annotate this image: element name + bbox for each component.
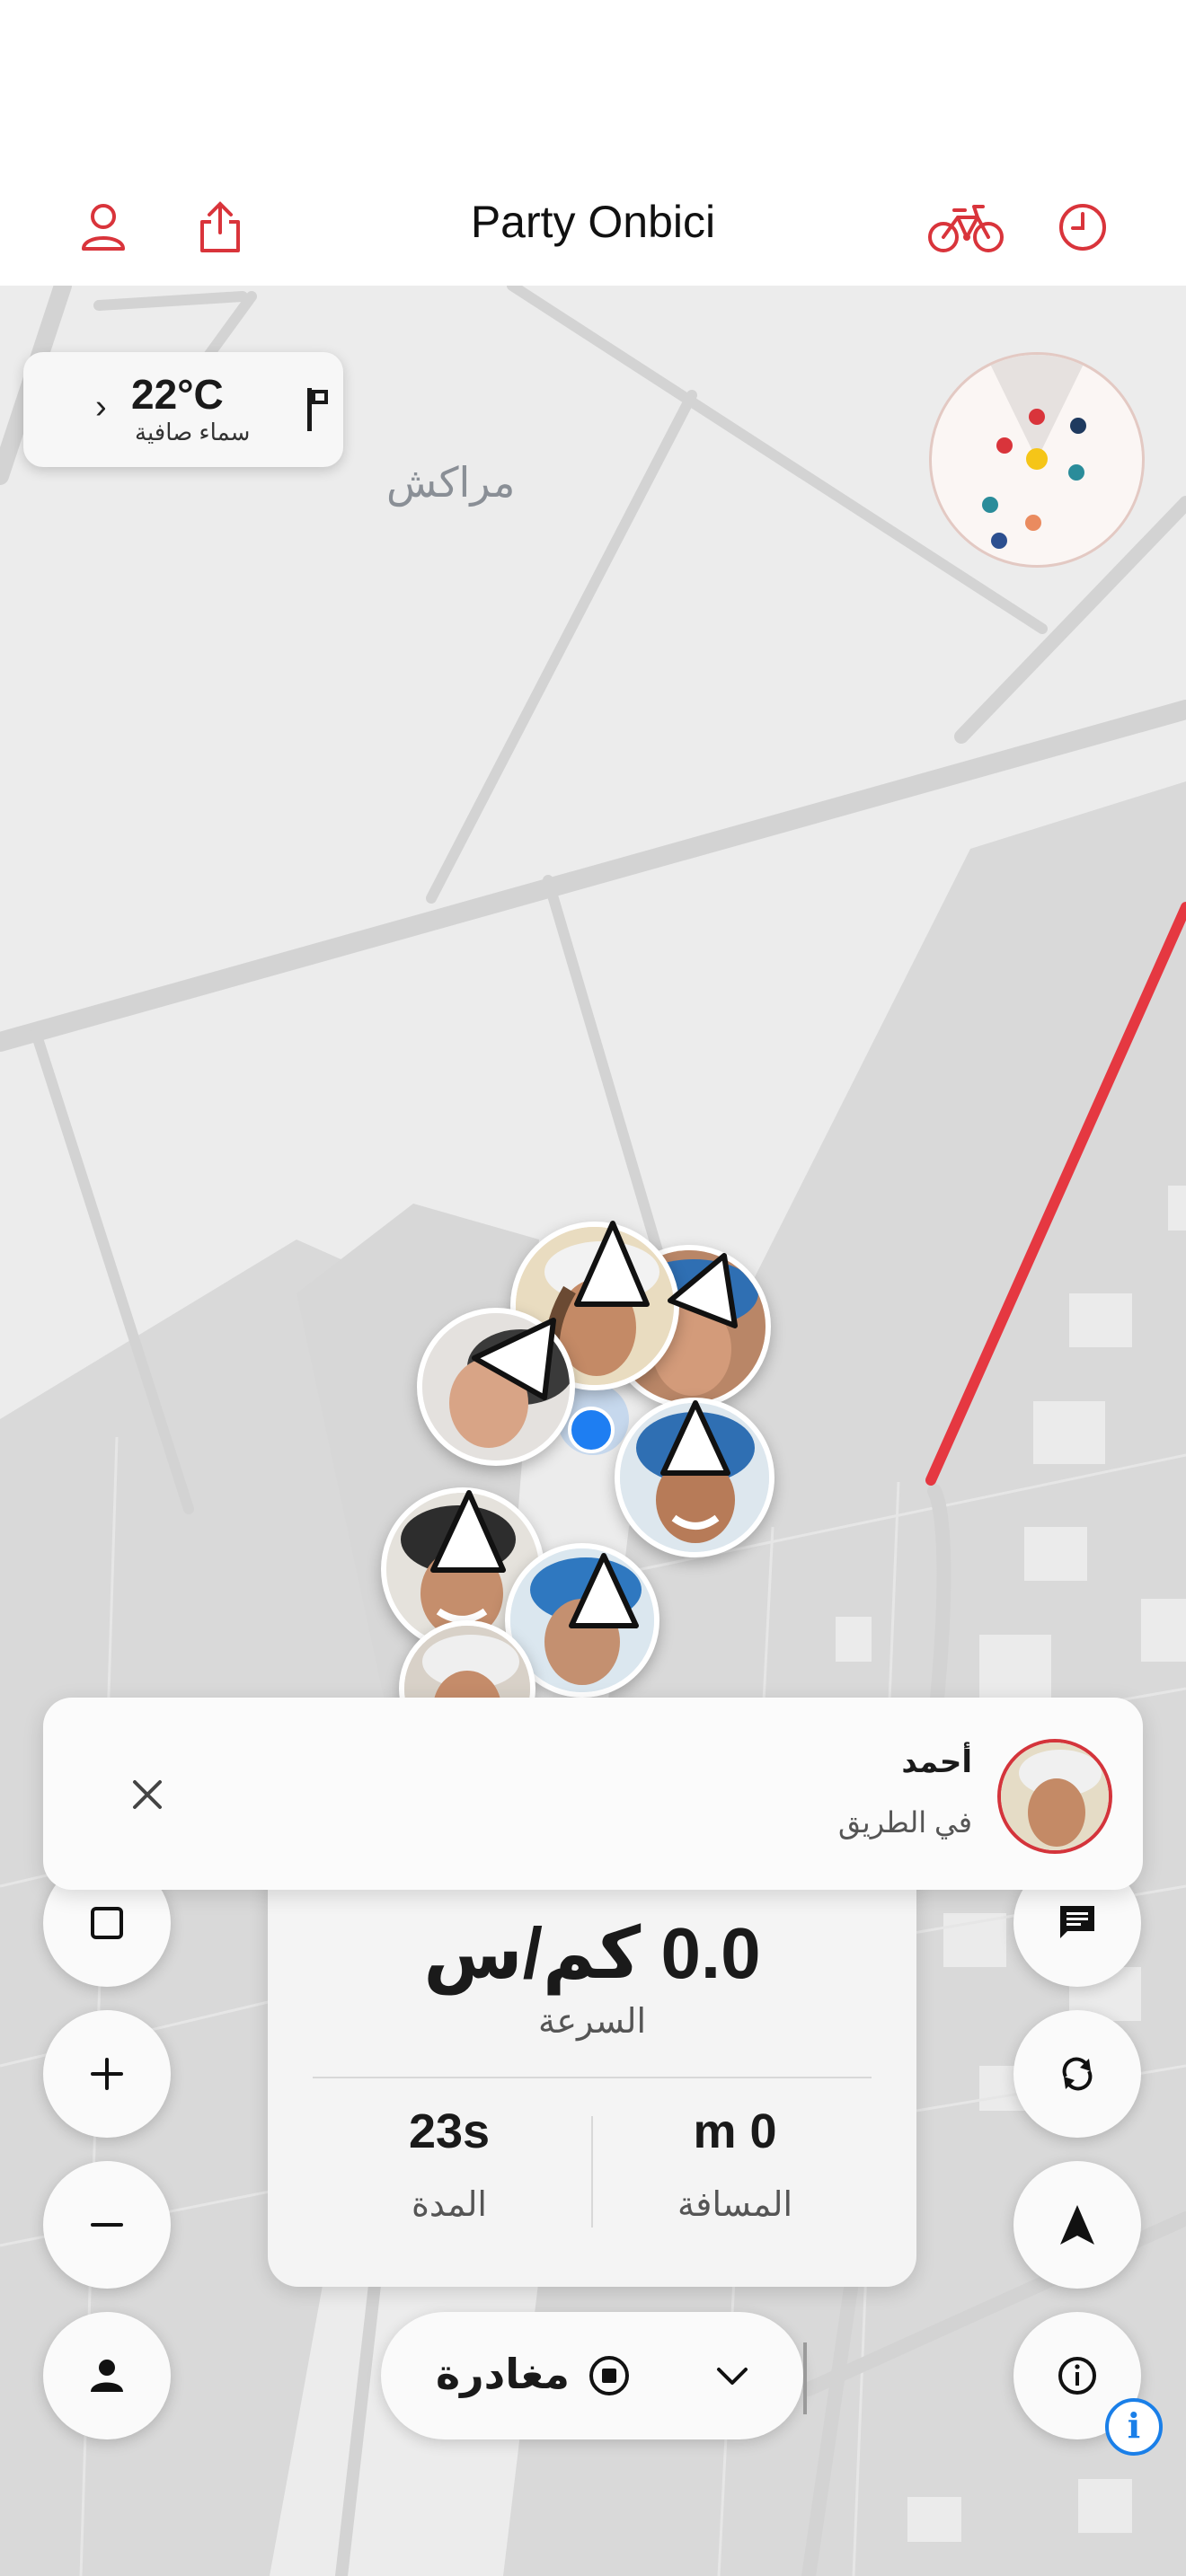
temperature: 22°C (131, 371, 224, 418)
radar-dot (1068, 464, 1084, 481)
rider-name: أحمد (901, 1745, 972, 1779)
avatar (997, 1739, 1112, 1854)
distance-label: المسافة (677, 2186, 793, 2224)
radar-dot (996, 437, 1013, 454)
stop-circle-icon (589, 2356, 629, 2395)
rider-notification[interactable]: أحمد في الطريق (43, 1698, 1143, 1890)
radar-dot (982, 497, 998, 513)
zoom-in-button[interactable] (43, 2010, 171, 2138)
rider-status: في الطريق (838, 1806, 972, 1839)
weather-condition: سماء صافية (135, 419, 251, 446)
speed-label: السرعة (537, 2003, 647, 2041)
city-label: مراكش (386, 459, 516, 506)
ride-stats-card: 0.0 كم/س السرعة 23s المدة m 0 المسافة (268, 1838, 916, 2287)
refresh-icon (1062, 2057, 1093, 2091)
close-icon[interactable] (115, 1762, 180, 1827)
heading-arrow-icon (574, 1221, 650, 1307)
speed-value: 0.0 كم/س (423, 1913, 761, 1993)
navigate-button[interactable] (1013, 2161, 1141, 2289)
bike-icon[interactable] (925, 196, 1006, 259)
zoom-out-button[interactable] (43, 2161, 171, 2289)
info-icon (1058, 2357, 1096, 2395)
chat-icon (1060, 1906, 1094, 1938)
user-location-dot (568, 1407, 615, 1453)
navigate-icon (1060, 2205, 1094, 2245)
radar-dot (1070, 418, 1086, 434)
radar-dot (991, 533, 1007, 549)
radar-dot (1025, 515, 1041, 531)
group-radar[interactable] (929, 352, 1145, 568)
zoom-in-icon (91, 2058, 123, 2090)
info-badge-icon[interactable]: i (1105, 2398, 1163, 2456)
separator (803, 2342, 807, 2414)
top-bar: Party Onbici (0, 0, 1186, 286)
duration-label: المدة (412, 2186, 487, 2224)
radar-dot (1026, 448, 1048, 470)
duration-value: 23s (408, 2104, 491, 2158)
heading-arrow-icon (660, 1400, 730, 1476)
weather-card[interactable]: › 22°C سماء صافية (23, 352, 343, 467)
heading-arrow-icon (472, 1318, 556, 1400)
stop-square-icon (91, 1907, 123, 1939)
zoom-out-icon (91, 2223, 123, 2227)
leave-label: مغادرة (436, 2351, 570, 2397)
flag-icon (304, 384, 331, 439)
divider (313, 2077, 872, 2078)
chevron-icon[interactable]: › (95, 388, 107, 427)
distance-value: m 0 (693, 2104, 777, 2158)
app-title: Party Onbici (470, 197, 716, 247)
person-button[interactable] (43, 2312, 171, 2439)
chevron-down-icon[interactable] (713, 2357, 751, 2395)
refresh-button[interactable] (1013, 2010, 1141, 2138)
person-icon (91, 2360, 123, 2392)
divider (591, 2116, 593, 2228)
radar-dot (1029, 409, 1045, 425)
heading-arrow-icon (668, 1253, 738, 1328)
history-icon[interactable] (1051, 196, 1114, 259)
heading-arrow-icon (569, 1553, 639, 1628)
leave-button[interactable]: مغادرة (381, 2312, 803, 2439)
heading-arrow-icon (430, 1490, 506, 1573)
